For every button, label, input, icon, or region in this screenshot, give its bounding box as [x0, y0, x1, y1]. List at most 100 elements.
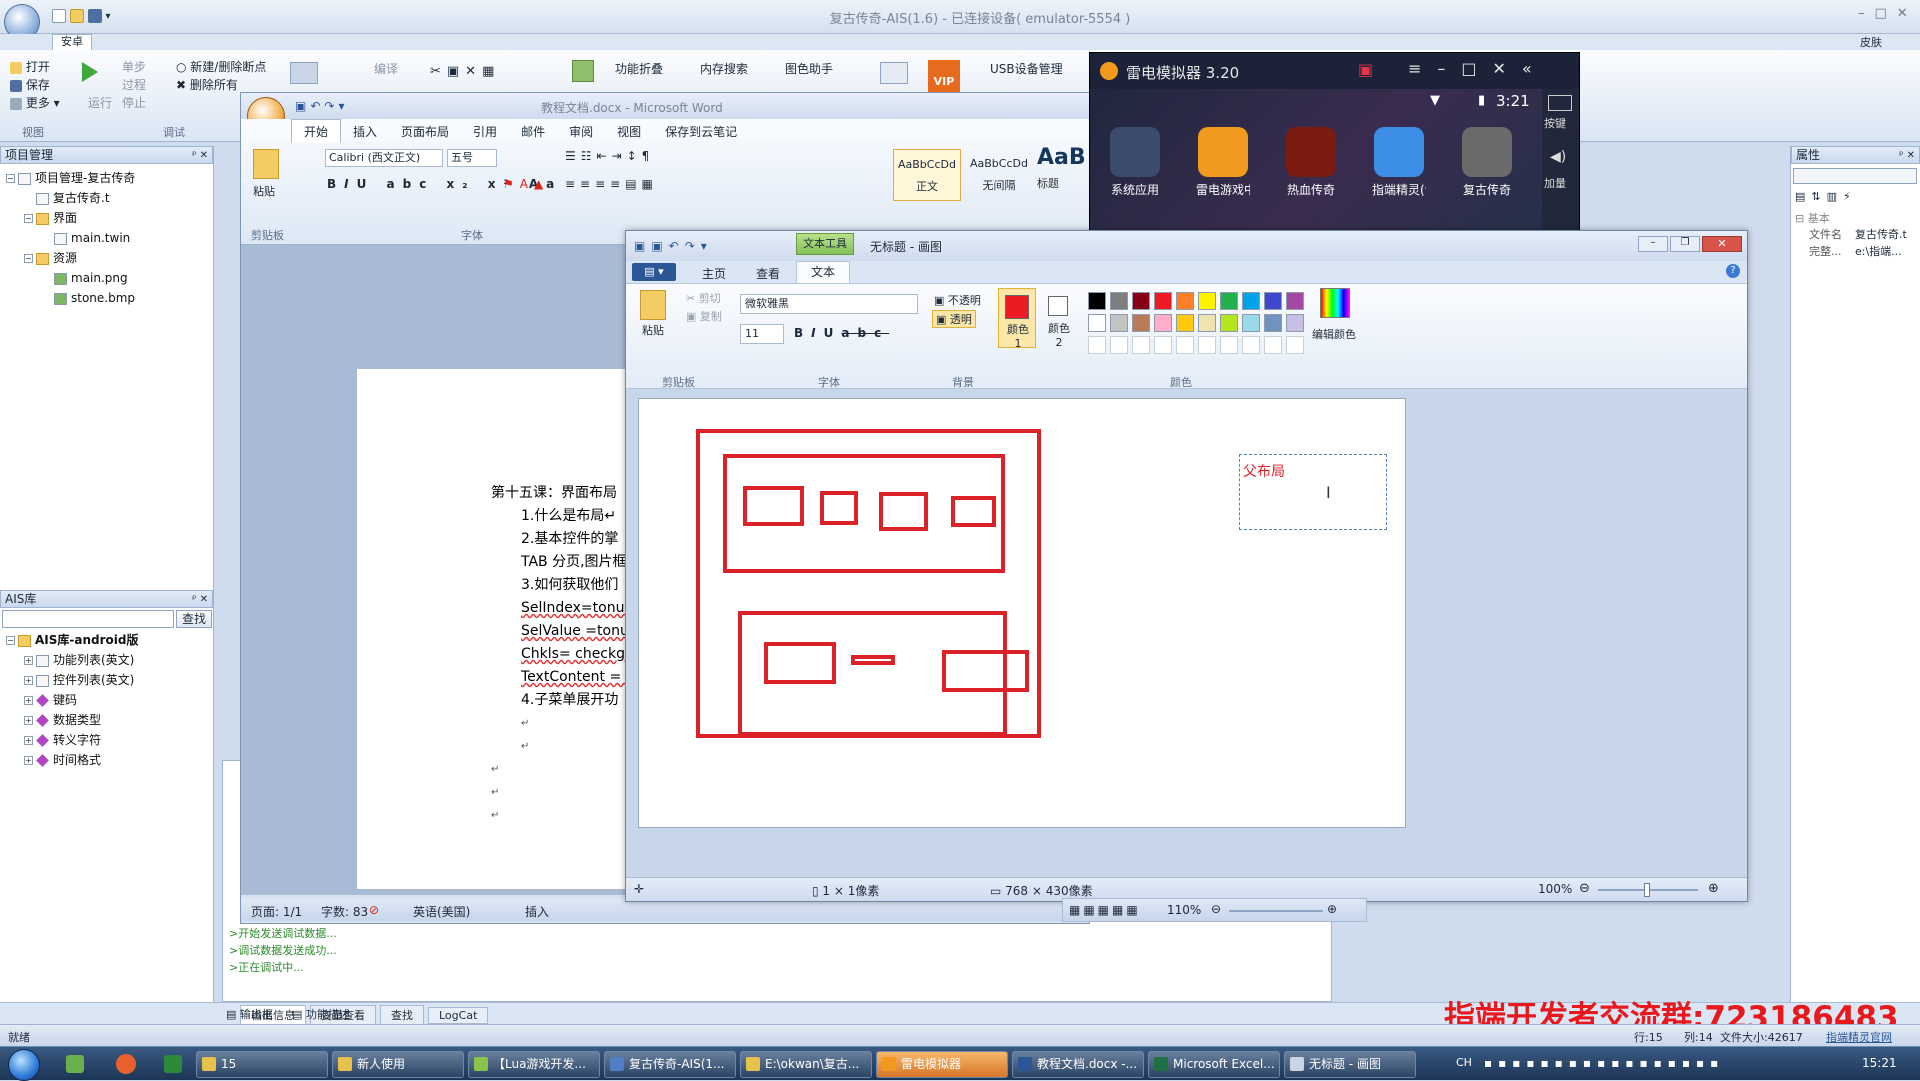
expand-icon[interactable]: + [24, 676, 33, 685]
taskbar-item[interactable]: 无标题 - 画图 [1284, 1051, 1416, 1078]
palette-color-swatch[interactable] [1242, 292, 1260, 310]
palette-color-swatch[interactable] [1220, 314, 1238, 332]
paint-format-buttons[interactable]: BIUabc [794, 326, 889, 340]
palette-color-swatch[interactable] [1154, 314, 1172, 332]
custom-color-slot[interactable] [1176, 336, 1194, 354]
palette-color-swatch[interactable] [1132, 314, 1150, 332]
word-tab[interactable]: 插入 [341, 120, 389, 143]
property-row[interactable]: 完整... e:\指端... [1809, 243, 1917, 260]
paint-quick-access-icons[interactable]: ▣▣↶↷▾ [634, 239, 713, 253]
paint-restore-button[interactable]: ❐ [1670, 236, 1700, 252]
color2-selector[interactable]: 颜色 2 [1040, 288, 1078, 349]
palette-color-swatch[interactable] [1264, 292, 1282, 310]
emulator-screen[interactable]: ▼ ▮ 3:21 系统应用 雷电游戏中心 热血传奇 指端精灵(调... 复古传奇 [1090, 89, 1542, 231]
palette-color-swatch[interactable] [1088, 314, 1106, 332]
zoom-slider-thumb[interactable] [1644, 883, 1650, 897]
taskbar-item[interactable]: E:\okwan\复古... [740, 1051, 872, 1078]
word-paste-icon[interactable] [253, 149, 279, 179]
paint-font-size-select[interactable]: 11 [740, 324, 784, 344]
collapse-icon[interactable]: − [6, 174, 15, 183]
palette-color-swatch[interactable] [1110, 314, 1128, 332]
text-box[interactable]: 父布局 I [1239, 454, 1387, 530]
window-icon[interactable] [880, 62, 908, 84]
custom-color-slot[interactable] [1286, 336, 1304, 354]
taskbar-item[interactable]: 【Lua游戏开发... [468, 1051, 600, 1078]
memory-search-button[interactable]: 内存搜索 [700, 60, 748, 77]
library-tree-item[interactable]: + 控件列表(英文) [6, 670, 138, 690]
tab-view[interactable]: 查看 [756, 265, 780, 282]
library-tree-item[interactable]: + 数据类型 [6, 710, 138, 730]
style-no-spacing[interactable]: AaBbCcDd 无间隔 [965, 149, 1033, 201]
word-tab[interactable]: 页面布局 [389, 120, 461, 143]
wechat-icon[interactable] [164, 1055, 182, 1073]
paint-close-button[interactable]: ✕ [1702, 236, 1742, 252]
layout-icon[interactable] [290, 62, 318, 84]
word-align-icons[interactable]: ≡≡≡≡▤▦ [565, 177, 658, 191]
usb-device-button[interactable]: USB设备管理 [990, 60, 1063, 77]
transparent-option[interactable]: ▣ 透明 [932, 310, 976, 328]
library-search-input[interactable] [2, 610, 174, 628]
properties-toolbar-icons[interactable]: ▤⇅▥⚡ [1795, 190, 1857, 203]
word-tab[interactable]: 视图 [605, 120, 653, 143]
word-font-name-select[interactable]: Calibri (西文正文) [325, 149, 443, 167]
collapse-icon[interactable]: − [24, 254, 33, 263]
word-insert-mode[interactable]: 插入 [525, 903, 549, 920]
tab-android[interactable]: 安卓 [52, 34, 92, 50]
word-tab[interactable]: 保存到云笔记 [653, 120, 749, 143]
open-button[interactable]: 打开 [10, 58, 60, 76]
android-app[interactable]: 热血传奇 [1284, 127, 1338, 198]
function-fold-button[interactable]: 功能折叠 [615, 60, 663, 77]
library-tree-item[interactable]: + 时间格式 [6, 750, 138, 770]
word-font-size-select[interactable]: 五号 [447, 149, 497, 167]
input-language[interactable]: CH [1456, 1056, 1472, 1069]
keyboard-icon[interactable] [1548, 95, 1572, 111]
palette-color-swatch[interactable] [1264, 314, 1282, 332]
android-app[interactable]: 指端精灵(调... [1372, 127, 1426, 198]
tab-text[interactable]: 文本 [796, 261, 850, 283]
tab-output-box[interactable]: ▤ 输出框 [226, 1006, 273, 1022]
word-zoom-slider[interactable] [1229, 910, 1323, 912]
more-button[interactable]: 更多 ▾ [10, 94, 60, 112]
tab-home[interactable]: 主页 [702, 265, 726, 282]
run-icon[interactable] [82, 62, 98, 82]
palette-color-swatch[interactable] [1176, 314, 1194, 332]
paint-menu-button[interactable]: ▤ ▾ [632, 263, 676, 281]
color-helper-button[interactable]: 图色助手 [785, 60, 833, 77]
custom-color-slot[interactable] [1132, 336, 1150, 354]
word-font-color-icons[interactable]: ⚑A▲ [503, 177, 549, 191]
palette-color-swatch[interactable] [1286, 314, 1304, 332]
palette-color-swatch[interactable] [1154, 292, 1172, 310]
expand-icon[interactable]: + [24, 756, 33, 765]
expand-icon[interactable]: + [24, 716, 33, 725]
properties-object-select[interactable] [1793, 168, 1917, 184]
custom-color-slot[interactable] [1242, 336, 1260, 354]
compile-button[interactable]: 编译 [374, 60, 398, 77]
custom-color-slot[interactable] [1264, 336, 1282, 354]
android-app[interactable]: 雷电游戏中心 [1196, 127, 1250, 198]
style-normal[interactable]: AaBbCcDd 正文 [893, 149, 961, 201]
chrome-icon[interactable] [116, 1054, 136, 1074]
project-tree-item[interactable]: main.png [6, 268, 207, 288]
style-heading[interactable]: AaB 标题 [1037, 145, 1089, 201]
copy-button[interactable]: ▣ 复制 [686, 308, 722, 324]
pinned-app-icon[interactable] [66, 1055, 84, 1073]
palette-color-swatch[interactable] [1176, 292, 1194, 310]
custom-color-slot[interactable] [1110, 336, 1128, 354]
new-file-icon[interactable] [52, 8, 66, 23]
palette-color-swatch[interactable] [1220, 292, 1238, 310]
paint-paste-icon[interactable] [640, 290, 666, 320]
fold-icon[interactable] [572, 60, 594, 82]
expand-icon[interactable]: + [24, 696, 33, 705]
project-tree-item[interactable]: − 项目管理-复古传奇 [6, 168, 207, 188]
zoom-in-icon[interactable]: ⊕ [1708, 881, 1719, 896]
start-button[interactable] [8, 1049, 40, 1081]
tab-function-desc[interactable]: ▤ 功能描述 [292, 1006, 350, 1022]
customize-dropdown-icon[interactable]: ▾ [105, 11, 110, 22]
word-quick-access-icons[interactable]: ▣↶↷▾ [295, 99, 348, 113]
step-over-button[interactable]: 过程 [122, 76, 146, 94]
paint-font-family-select[interactable]: 微软雅黑 [740, 294, 918, 314]
proofing-icon[interactable]: ⊘ [369, 903, 379, 917]
ide-window-controls[interactable]: –□✕ [1858, 6, 1918, 21]
word-paragraph-icons[interactable]: ☰☷⇤⇥↕¶ [565, 149, 654, 163]
taskbar-item[interactable]: 新人使用 [332, 1051, 464, 1078]
